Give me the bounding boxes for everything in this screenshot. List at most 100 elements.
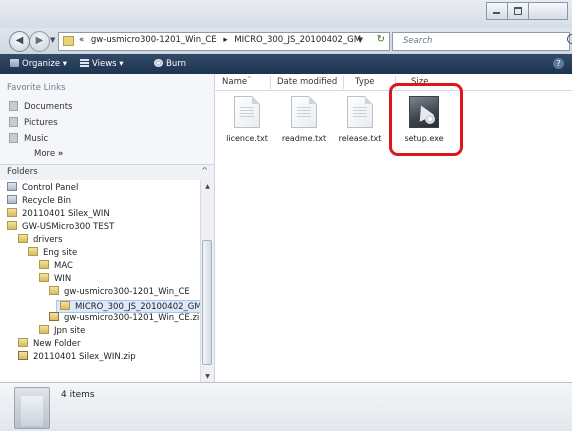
tree-item-control-panel[interactable]: Control Panel bbox=[7, 182, 81, 195]
tree-item-label: New Folder bbox=[33, 339, 81, 349]
tree-item-label: Jpn site bbox=[54, 326, 86, 336]
tree-item-label: MICRO_300_JS_20100402_GM bbox=[75, 302, 200, 312]
title-bar bbox=[0, 0, 572, 28]
tree-item-recycle-bin[interactable]: Recycle Bin bbox=[7, 195, 74, 208]
column-header-label: Date modified bbox=[277, 77, 338, 87]
file-item[interactable]: licence.txt bbox=[217, 96, 277, 143]
views-button[interactable]: Views ▾ bbox=[80, 59, 124, 69]
folders-header[interactable]: Folders ^ bbox=[0, 164, 214, 181]
sort-ascending-icon: ^ bbox=[247, 76, 253, 83]
tree-item-label: 20110401 Silex_WIN bbox=[22, 209, 110, 219]
breadcrumb-separator-icon[interactable]: ▸ bbox=[223, 35, 227, 45]
folder-tree: Control Panel Recycle Bin 20110401 Silex… bbox=[0, 180, 200, 382]
folder-icon bbox=[39, 273, 49, 282]
favorite-link-music[interactable]: Music bbox=[9, 133, 48, 144]
minimize-button[interactable] bbox=[486, 2, 508, 20]
details-background-swoosh bbox=[382, 383, 572, 431]
column-header-date-modified[interactable]: Date modified bbox=[277, 77, 337, 87]
pictures-icon bbox=[9, 117, 18, 127]
tree-item-label: Eng site bbox=[43, 248, 78, 258]
address-bar[interactable]: « gw-usmicro300-1201_Win_CE ▸ MICRO_300_… bbox=[58, 32, 390, 51]
file-item[interactable]: release.txt bbox=[330, 96, 390, 143]
folder-tree-scrollbar[interactable]: ▲ ▼ bbox=[200, 180, 214, 382]
favorite-link-label: Pictures bbox=[24, 118, 58, 128]
breadcrumb-item[interactable]: gw-usmicro300-1201_Win_CE bbox=[91, 35, 217, 45]
tree-item[interactable]: gw-usmicro300-1201_Win_CE bbox=[49, 286, 193, 299]
file-name: licence.txt bbox=[226, 134, 268, 143]
file-item[interactable]: readme.txt bbox=[274, 96, 334, 143]
folder-icon bbox=[28, 247, 38, 256]
setup-highlight-outline bbox=[389, 83, 463, 156]
refresh-icon[interactable]: ↻ bbox=[377, 34, 385, 45]
views-label: Views ▾ bbox=[92, 59, 124, 69]
breadcrumb-item[interactable]: MICRO_300_JS_20100402_GM bbox=[234, 35, 361, 45]
text-file-icon bbox=[234, 96, 260, 128]
favorite-links-header: Favorite Links bbox=[7, 83, 66, 93]
tree-item[interactable]: gw-usmicro300-1201_Win_CE.zip bbox=[49, 312, 200, 325]
back-button[interactable]: ◀ bbox=[9, 31, 30, 52]
tree-item[interactable]: Eng site bbox=[28, 247, 80, 260]
more-chevron-icon: » bbox=[57, 149, 64, 159]
window-controls bbox=[486, 2, 568, 20]
column-header-type[interactable]: Type bbox=[355, 77, 375, 87]
control-panel-icon bbox=[7, 182, 17, 191]
back-arrow-icon: ◀ bbox=[15, 35, 24, 46]
column-header-name[interactable]: ^ Name bbox=[222, 76, 252, 87]
maximize-button[interactable] bbox=[507, 2, 529, 20]
tree-item[interactable]: GW-USMicro300 TEST bbox=[7, 221, 117, 234]
chevron-up-icon[interactable]: ^ bbox=[201, 166, 208, 175]
recent-pages-dropdown[interactable]: ▼ bbox=[50, 36, 55, 44]
breadcrumb-overflow[interactable]: « bbox=[79, 35, 84, 45]
forward-arrow-icon: ▶ bbox=[35, 35, 44, 46]
folder-preview-icon bbox=[14, 387, 50, 429]
tree-item[interactable]: New Folder bbox=[18, 338, 84, 351]
tree-item[interactable]: 20110401 Silex_WIN.zip bbox=[18, 351, 139, 364]
help-icon[interactable]: ? bbox=[553, 58, 564, 69]
tree-item[interactable]: Jpn site bbox=[39, 325, 88, 338]
tree-item[interactable]: 20110401 Silex_WIN bbox=[7, 208, 113, 221]
favorite-link-label: Music bbox=[24, 134, 49, 144]
burn-button[interactable]: Burn bbox=[154, 59, 186, 69]
favorite-link-documents[interactable]: Documents bbox=[9, 101, 72, 112]
favorite-link-label: Documents bbox=[24, 102, 73, 112]
organize-button[interactable]: Organize ▾ bbox=[10, 59, 67, 69]
documents-icon bbox=[9, 101, 18, 111]
scroll-up-icon[interactable]: ▲ bbox=[201, 183, 214, 190]
tree-item[interactable]: WIN bbox=[39, 273, 74, 286]
folders-label: Folders bbox=[7, 167, 38, 177]
tree-item[interactable]: drivers bbox=[18, 234, 65, 247]
folder-icon bbox=[63, 36, 74, 46]
search-box[interactable] bbox=[392, 32, 572, 51]
forward-button[interactable]: ▶ bbox=[29, 31, 50, 52]
burn-label: Burn bbox=[166, 59, 186, 69]
burn-disc-icon bbox=[154, 59, 163, 67]
address-dropdown-icon[interactable]: ▼ bbox=[358, 36, 363, 44]
tree-item-label: GW-USMicro300 TEST bbox=[22, 222, 115, 232]
scroll-down-icon[interactable]: ▼ bbox=[201, 373, 214, 380]
column-divider[interactable] bbox=[343, 76, 344, 89]
folder-icon bbox=[39, 325, 49, 334]
tree-item-label: Recycle Bin bbox=[22, 196, 72, 206]
column-divider[interactable] bbox=[270, 76, 271, 89]
folder-icon bbox=[7, 208, 17, 217]
recycle-bin-icon bbox=[7, 195, 17, 204]
scroll-thumb[interactable] bbox=[202, 240, 212, 365]
tree-item-label: gw-usmicro300-1201_Win_CE.zip bbox=[64, 313, 200, 323]
folder-icon bbox=[18, 234, 28, 243]
item-count: 4 items bbox=[61, 390, 95, 400]
file-name: readme.txt bbox=[281, 134, 327, 143]
text-file-icon bbox=[291, 96, 317, 128]
folder-icon bbox=[49, 286, 59, 295]
favorite-link-pictures[interactable]: Pictures bbox=[9, 117, 58, 128]
more-links-button[interactable]: More » bbox=[34, 149, 63, 159]
tree-item-label: 20110401 Silex_WIN.zip bbox=[33, 352, 136, 362]
close-button[interactable] bbox=[528, 2, 568, 20]
address-row: ◀ ▶ ▼ « gw-usmicro300-1201_Win_CE ▸ MICR… bbox=[0, 28, 572, 54]
tree-item-label: MAC bbox=[54, 261, 73, 271]
search-icon[interactable] bbox=[567, 34, 572, 44]
organize-icon bbox=[10, 59, 19, 67]
text-file-icon bbox=[347, 96, 373, 128]
search-input[interactable] bbox=[403, 34, 543, 48]
breadcrumb: « gw-usmicro300-1201_Win_CE ▸ MICRO_300_… bbox=[79, 35, 365, 45]
tree-item[interactable]: MAC bbox=[39, 260, 76, 273]
